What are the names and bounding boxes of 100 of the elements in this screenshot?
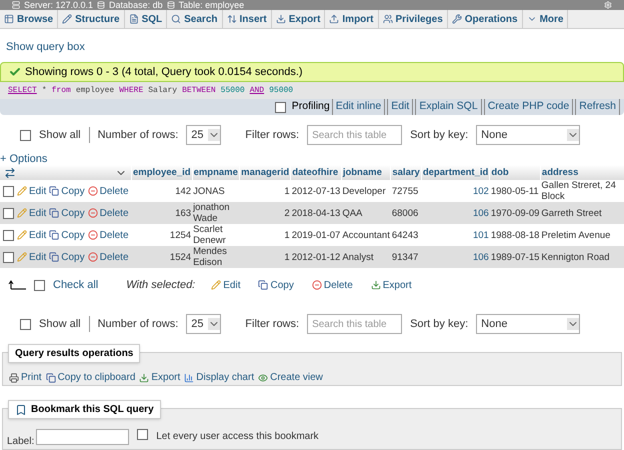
copy-link[interactable]: Copy — [49, 208, 85, 218]
breadcrumb-item[interactable]: Table: employee — [178, 0, 244, 10]
table-cell: Accountant — [341, 224, 391, 246]
check-all-label[interactable]: Check all — [53, 276, 98, 294]
query-action-link[interactable]: Explain SQL — [415, 99, 482, 115]
checkbox[interactable] — [137, 429, 148, 440]
nav-tab[interactable]: Insert — [222, 10, 272, 28]
breadcrumb-item[interactable]: Database: db — [109, 0, 163, 10]
delete-link[interactable]: Delete — [312, 278, 353, 292]
pencil-icon — [211, 280, 222, 290]
table-cell: Mendes Edison — [192, 246, 240, 268]
table-cell: 1254 — [132, 224, 192, 246]
database-icon — [166, 1, 175, 10]
privileges-icon — [382, 14, 393, 24]
query-action-link[interactable]: Refresh — [575, 99, 620, 115]
edit-link[interactable]: Edit — [211, 278, 240, 292]
checkbox[interactable] — [274, 102, 286, 113]
checkbox[interactable] — [3, 186, 14, 196]
print-link[interactable]: Print — [9, 370, 42, 385]
table-cell: Scarlet Denewr — [192, 224, 240, 246]
delete-link[interactable]: Delete — [88, 186, 128, 196]
bookmark-icon — [15, 404, 27, 416]
nav-tab[interactable]: Search — [167, 10, 222, 28]
breadcrumb-item[interactable]: Server: 127.0.0.1 — [24, 0, 94, 10]
nav-tab[interactable]: SQL — [124, 10, 168, 28]
checkbox[interactable] — [3, 230, 14, 240]
caret-icon — [208, 129, 220, 141]
filter-field[interactable]: Search this table — [307, 125, 402, 145]
copy-icon — [49, 252, 60, 262]
export-icon — [370, 280, 381, 290]
table-cell: Analyst — [341, 246, 391, 268]
column-header[interactable]: jobname — [341, 165, 391, 180]
search-icon — [171, 14, 182, 24]
share-label: Let every user access this bookmark — [156, 430, 319, 444]
checkbox[interactable] — [3, 208, 14, 218]
export-link[interactable]: Export — [370, 278, 412, 292]
delete-link[interactable]: Delete — [88, 208, 128, 218]
checkbox[interactable] — [3, 252, 14, 262]
panel-title: Query results operations — [8, 344, 140, 363]
column-header[interactable]: salary — [390, 165, 422, 180]
table-cell: Developer — [341, 180, 391, 202]
settings-icon[interactable] — [604, 1, 612, 10]
checkbox[interactable] — [20, 130, 31, 140]
bar-chart-icon — [184, 372, 194, 382]
label-text: Label: — [7, 435, 34, 449]
copy-link[interactable]: Copy — [49, 186, 85, 196]
nav-tab[interactable]: Import — [325, 10, 379, 28]
label-field[interactable] — [36, 429, 130, 445]
options-link[interactable]: + Options — [0, 153, 48, 165]
copy-link[interactable]: Copy to clipboard — [46, 370, 136, 385]
nav-tab[interactable]: Browse — [0, 10, 58, 28]
nav-tab[interactable]: Export — [272, 10, 326, 28]
copy-link[interactable]: Copy — [49, 230, 85, 240]
server-icon — [12, 1, 20, 10]
nav-tab[interactable]: Operations — [448, 10, 523, 28]
view-link[interactable]: Create view — [258, 370, 323, 385]
column-header[interactable]: dob — [490, 165, 540, 180]
edit-link[interactable]: Edit — [17, 208, 46, 218]
column-header[interactable]: empname — [192, 165, 240, 180]
table-cell: 1 — [240, 246, 291, 268]
query-action-link[interactable]: Edit — [387, 99, 414, 115]
delete-link[interactable]: Delete — [88, 252, 128, 262]
show-all-label: Show all — [39, 128, 81, 143]
sort-select[interactable]: None — [476, 125, 580, 145]
checkbox[interactable] — [34, 280, 45, 290]
table-cell: 1 — [240, 224, 291, 246]
column-header[interactable]: address — [540, 165, 624, 180]
nav-tab[interactable]: Structure — [58, 10, 125, 28]
query-action-link[interactable]: Create PHP code — [484, 99, 574, 115]
copy-icon — [46, 372, 56, 382]
rows-select[interactable]: 25 — [186, 314, 222, 334]
success-message: Showing rows 0 - 3 (4 total, Query took 0.0154 seconds.) — [0, 62, 624, 82]
filter-label: Filter rows: — [245, 128, 300, 143]
pencil-icon — [17, 252, 27, 262]
column-header[interactable]: department_id — [421, 165, 490, 180]
table-cell: 2012-07-13 — [290, 180, 342, 202]
nav-tab[interactable]: Privileges — [378, 10, 448, 28]
edit-link[interactable]: Edit — [17, 252, 46, 262]
rows-select[interactable]: 25 — [186, 125, 222, 145]
column-header[interactable]: managerid — [240, 165, 291, 180]
sort-select[interactable]: None — [476, 314, 580, 334]
column-resize-icon[interactable] — [4, 166, 16, 178]
filter-field[interactable]: Search this table — [307, 314, 402, 334]
table-cell: 2012-01-12 — [290, 246, 342, 268]
export-link[interactable]: Export — [139, 370, 180, 385]
column-header[interactable]: employee_id — [132, 165, 192, 180]
show-query-box-link[interactable]: Show query box — [6, 38, 85, 56]
table-cell: 1970-09-09 — [490, 202, 540, 224]
chart-link[interactable]: Display chart — [184, 370, 254, 385]
edit-link[interactable]: Edit — [17, 230, 46, 240]
edit-link[interactable]: Edit — [17, 186, 46, 196]
nav-tab[interactable]: More — [522, 10, 568, 28]
query-action-link[interactable]: Edit inline — [332, 99, 386, 115]
delete-link[interactable]: Delete — [88, 230, 128, 240]
caret-icon — [567, 129, 580, 141]
column-header[interactable]: dateofhire — [290, 165, 342, 180]
table-cell: 91347 — [390, 246, 422, 268]
checkbox[interactable] — [20, 318, 31, 330]
copy-link[interactable]: Copy — [258, 278, 294, 292]
copy-link[interactable]: Copy — [49, 252, 85, 262]
